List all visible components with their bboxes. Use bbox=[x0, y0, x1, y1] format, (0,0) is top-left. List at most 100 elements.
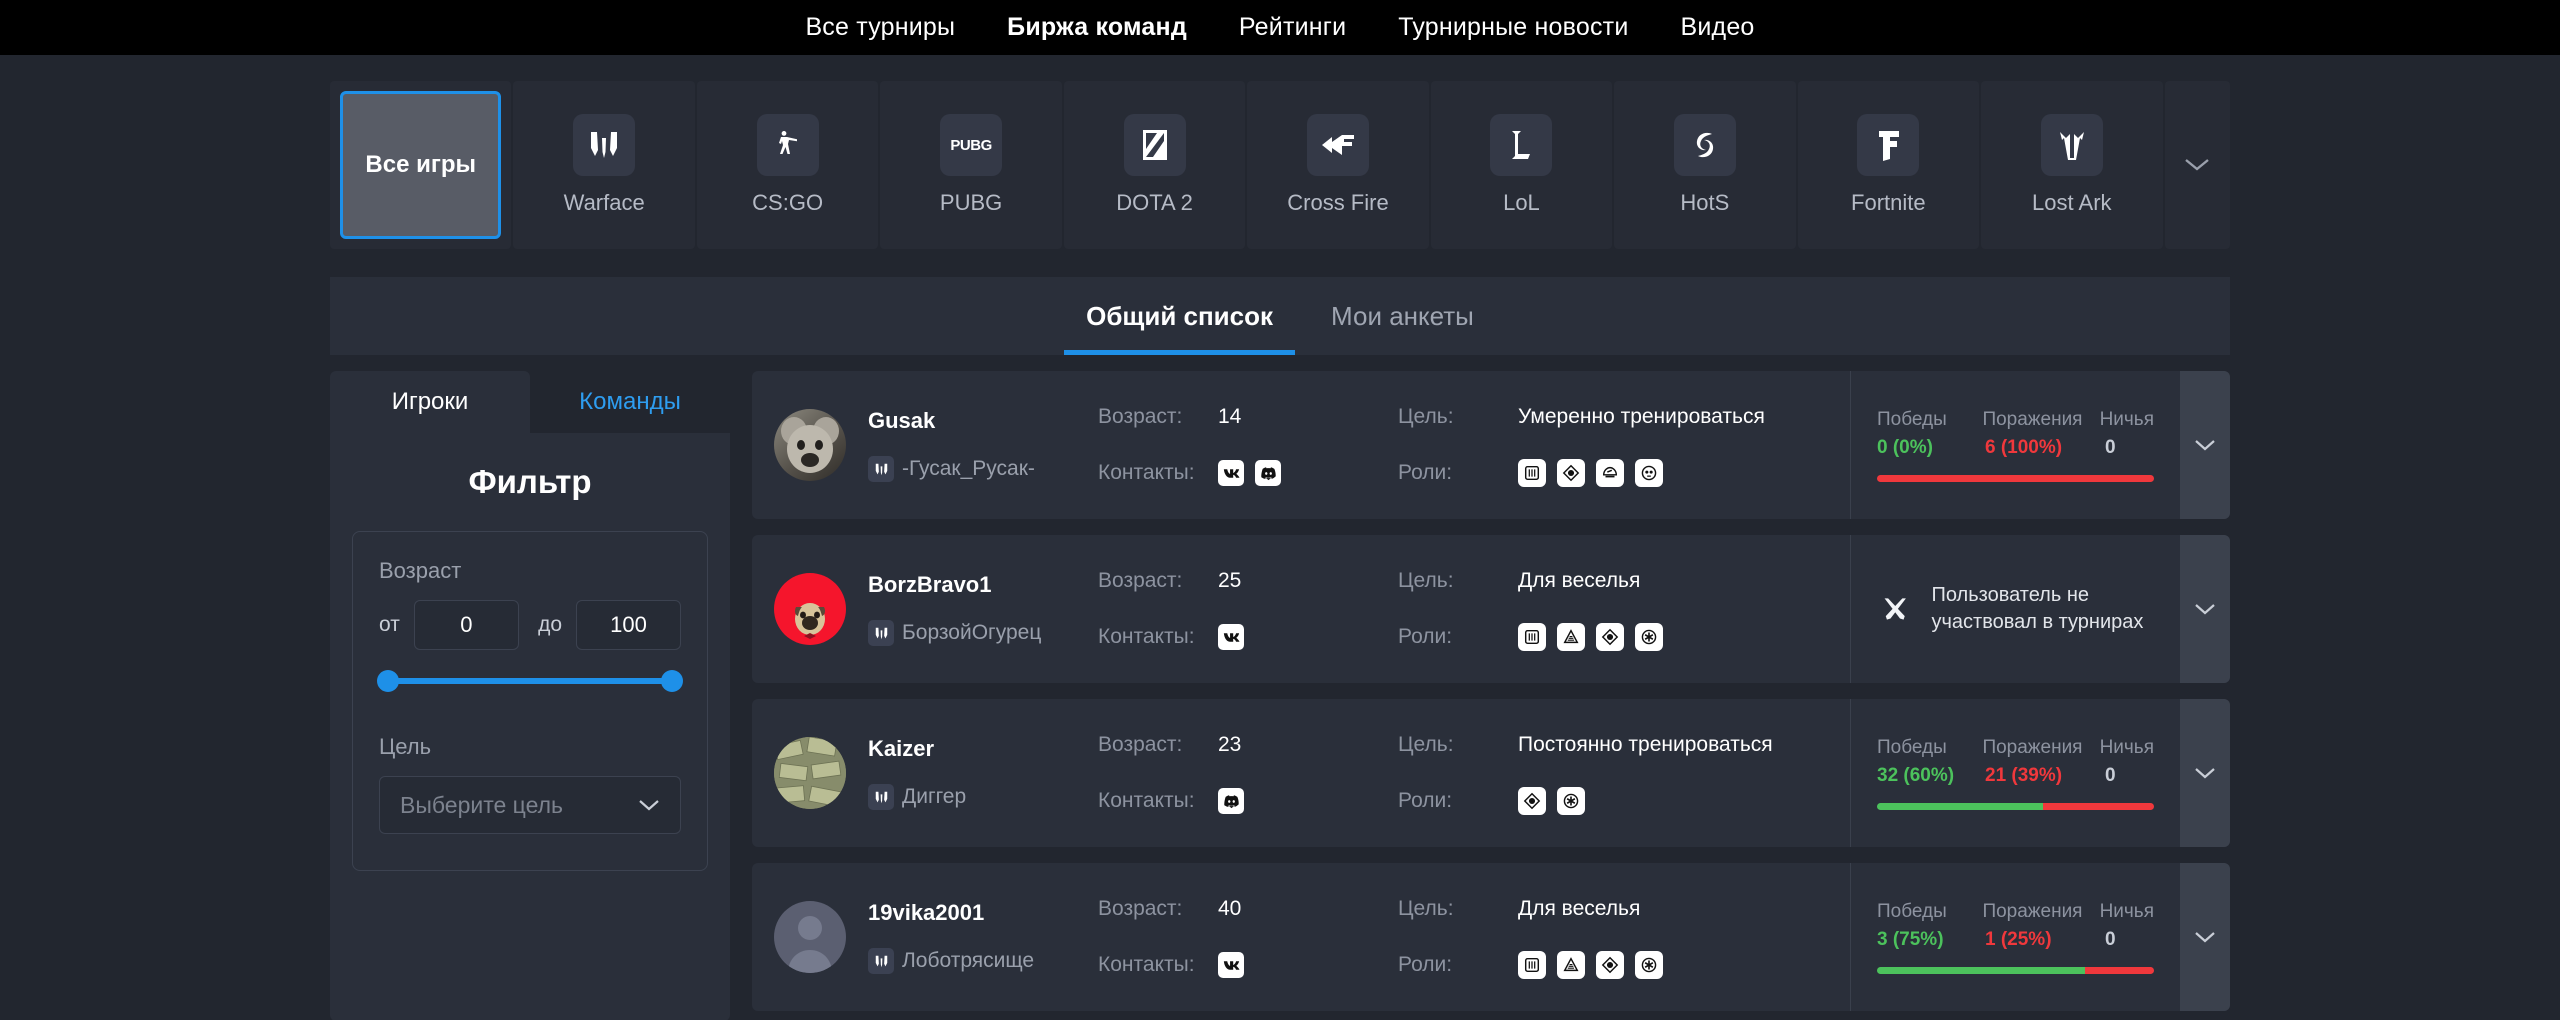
warface-logo-icon bbox=[868, 784, 894, 810]
tab-general-list[interactable]: Общий список bbox=[1064, 277, 1295, 355]
slider-knob-min[interactable] bbox=[377, 670, 399, 692]
player-nickname: Диггер bbox=[902, 785, 967, 808]
wins-label: Победы bbox=[1877, 408, 1947, 430]
vk-icon[interactable] bbox=[1218, 952, 1244, 978]
winloss-bar bbox=[1877, 966, 2154, 974]
chevron-down-icon bbox=[2195, 603, 2215, 614]
role-sniper-icon bbox=[1596, 459, 1624, 487]
role-icons bbox=[1518, 951, 1663, 979]
game-tab-dota2[interactable]: DOTA 2 bbox=[1063, 81, 1246, 249]
role-icons bbox=[1518, 623, 1663, 651]
age-range-row: от до bbox=[379, 600, 681, 650]
losses-label: Поражения bbox=[1982, 408, 2083, 430]
sidebar-tab-players[interactable]: Игроки bbox=[330, 371, 530, 433]
age-from-label: от bbox=[379, 613, 400, 636]
player-stats: Победы Поражения Ничья 3 (75%) 1 (25%) 0 bbox=[1850, 863, 2180, 1011]
slider-track bbox=[379, 678, 681, 684]
table-row[interactable]: BorzBravo1 БорзойОгурец Возраст: 25 Конт… bbox=[752, 535, 2230, 683]
discord-icon[interactable] bbox=[1218, 788, 1244, 814]
nav-item-ratings[interactable]: Рейтинги bbox=[1239, 13, 1346, 42]
goal-label: Цель: bbox=[1398, 897, 1454, 920]
game-tab-csgo[interactable]: CS:GO bbox=[696, 81, 879, 249]
game-tab-lol[interactable]: LoL bbox=[1430, 81, 1613, 249]
wins-value: 32 (60%) bbox=[1877, 764, 1955, 786]
player-stats: Победы Поражения Ничья 32 (60%) 21 (39%)… bbox=[1850, 699, 2180, 847]
card-expand-button[interactable] bbox=[2180, 371, 2230, 519]
avatar bbox=[774, 573, 846, 645]
nav-item-video[interactable]: Видео bbox=[1681, 13, 1755, 42]
table-row[interactable]: 19vika2001 Лоботрясище Возраст: 40 Конта… bbox=[752, 863, 2230, 1011]
player-list: Gusak -Гусак_Русак- Возраст: 14 Контакты… bbox=[752, 371, 2230, 1020]
pubg-logo-icon: PUBG bbox=[940, 114, 1003, 176]
game-tab-all-games[interactable]: Все игры bbox=[330, 81, 512, 249]
table-row[interactable]: Kaizer Диггер Возраст: 23 Контакты: Цель… bbox=[752, 699, 2230, 847]
player-age: 40 bbox=[1218, 897, 1242, 920]
role-engineer-icon bbox=[1596, 951, 1624, 979]
game-tab-fortnite[interactable]: Fortnite bbox=[1797, 81, 1980, 249]
role-skull-icon bbox=[1635, 459, 1663, 487]
game-tab-warface[interactable]: Warface bbox=[513, 81, 695, 249]
winloss-bar bbox=[1877, 474, 2154, 482]
vk-icon[interactable] bbox=[1218, 460, 1244, 486]
nav-item-all-tournaments[interactable]: Все турниры bbox=[805, 13, 955, 42]
discord-icon[interactable] bbox=[1255, 460, 1281, 486]
losses-value: 1 (25%) bbox=[1985, 928, 2052, 950]
player-goal: Для веселья bbox=[1518, 897, 1641, 920]
goal-select-placeholder: Выберите цель bbox=[400, 791, 564, 818]
losses-label: Поражения bbox=[1982, 736, 2083, 758]
tab-my-profiles[interactable]: Мои анкеты bbox=[1309, 277, 1496, 355]
nav-item-tournament-news[interactable]: Турнирные новости bbox=[1398, 13, 1628, 42]
role-engineer-icon bbox=[1518, 787, 1546, 815]
sidebar-tab-teams[interactable]: Команды bbox=[530, 371, 730, 433]
player-goal: Умеренно тренироваться bbox=[1518, 405, 1765, 428]
contact-icons bbox=[1218, 952, 1244, 978]
losses-value: 21 (39%) bbox=[1985, 764, 2063, 786]
role-medic-icon bbox=[1635, 623, 1663, 651]
nav-item-team-exchange[interactable]: Биржа команд bbox=[1007, 13, 1187, 42]
roles-label: Роли: bbox=[1398, 461, 1453, 484]
hots-logo-icon bbox=[1673, 114, 1736, 176]
player-goal: Для веселья bbox=[1518, 569, 1641, 592]
table-row[interactable]: Gusak -Гусак_Русак- Возраст: 14 Контакты… bbox=[752, 371, 2230, 519]
no-tournaments-block: Пользователь не участвовал в турнирах bbox=[1877, 582, 2154, 636]
chevron-down-icon bbox=[2195, 439, 2215, 450]
warface-logo-icon bbox=[868, 456, 894, 482]
age-to-input[interactable] bbox=[576, 600, 681, 650]
player-nickname: Лоботрясище bbox=[902, 949, 1035, 972]
card-expand-button[interactable] bbox=[2180, 699, 2230, 847]
game-tab-label: PUBG bbox=[939, 190, 1003, 215]
filter-panel: Фильтр Возраст от до Цель bbox=[330, 433, 730, 1020]
goal-select[interactable]: Выберите цель bbox=[379, 776, 681, 834]
csgo-logo-icon bbox=[756, 114, 819, 176]
lol-logo-icon bbox=[1490, 114, 1553, 176]
vk-icon[interactable] bbox=[1218, 624, 1244, 650]
page-body: Все игры Warface CS:GO PUBG PUBG DOTA 2 … bbox=[0, 55, 2560, 1020]
contacts-label: Контакты: bbox=[1098, 625, 1195, 648]
player-age: 25 bbox=[1218, 569, 1242, 592]
game-tab-lostark[interactable]: Lost Ark bbox=[1981, 81, 2163, 249]
player-name: 19vika2001 bbox=[868, 900, 985, 925]
contact-icons bbox=[1218, 624, 1244, 650]
age-range-slider[interactable] bbox=[377, 668, 683, 694]
list-tabs: Общий список Мои анкеты bbox=[330, 277, 2230, 355]
game-tab-crossfire[interactable]: Cross Fire bbox=[1247, 81, 1429, 249]
warface-logo-icon bbox=[868, 948, 894, 974]
avatar bbox=[774, 901, 846, 973]
crossfire-logo-icon bbox=[1306, 114, 1369, 176]
goal-label: Цель: bbox=[1398, 733, 1454, 756]
age-label: Возраст: bbox=[1098, 405, 1183, 428]
crossed-swords-icon bbox=[1884, 598, 1906, 620]
avatar bbox=[774, 409, 846, 481]
draws-value: 0 bbox=[2105, 928, 2116, 950]
card-expand-button[interactable] bbox=[2180, 535, 2230, 683]
role-icons bbox=[1518, 787, 1585, 815]
game-tab-hots[interactable]: HotS bbox=[1614, 81, 1796, 249]
game-tab-pubg[interactable]: PUBG PUBG bbox=[880, 81, 1062, 249]
filter-sidebar: Игроки Команды Фильтр Возраст от до bbox=[330, 371, 730, 1020]
game-tab-label: Cross Fire bbox=[1287, 190, 1389, 215]
slider-knob-max[interactable] bbox=[661, 670, 683, 692]
age-from-input[interactable] bbox=[413, 600, 519, 650]
games-expand-button[interactable] bbox=[2164, 81, 2230, 249]
card-expand-button[interactable] bbox=[2180, 863, 2230, 1011]
player-stats: Победы Поражения Ничья 0 (0%) 6 (100%) 0 bbox=[1850, 371, 2180, 519]
